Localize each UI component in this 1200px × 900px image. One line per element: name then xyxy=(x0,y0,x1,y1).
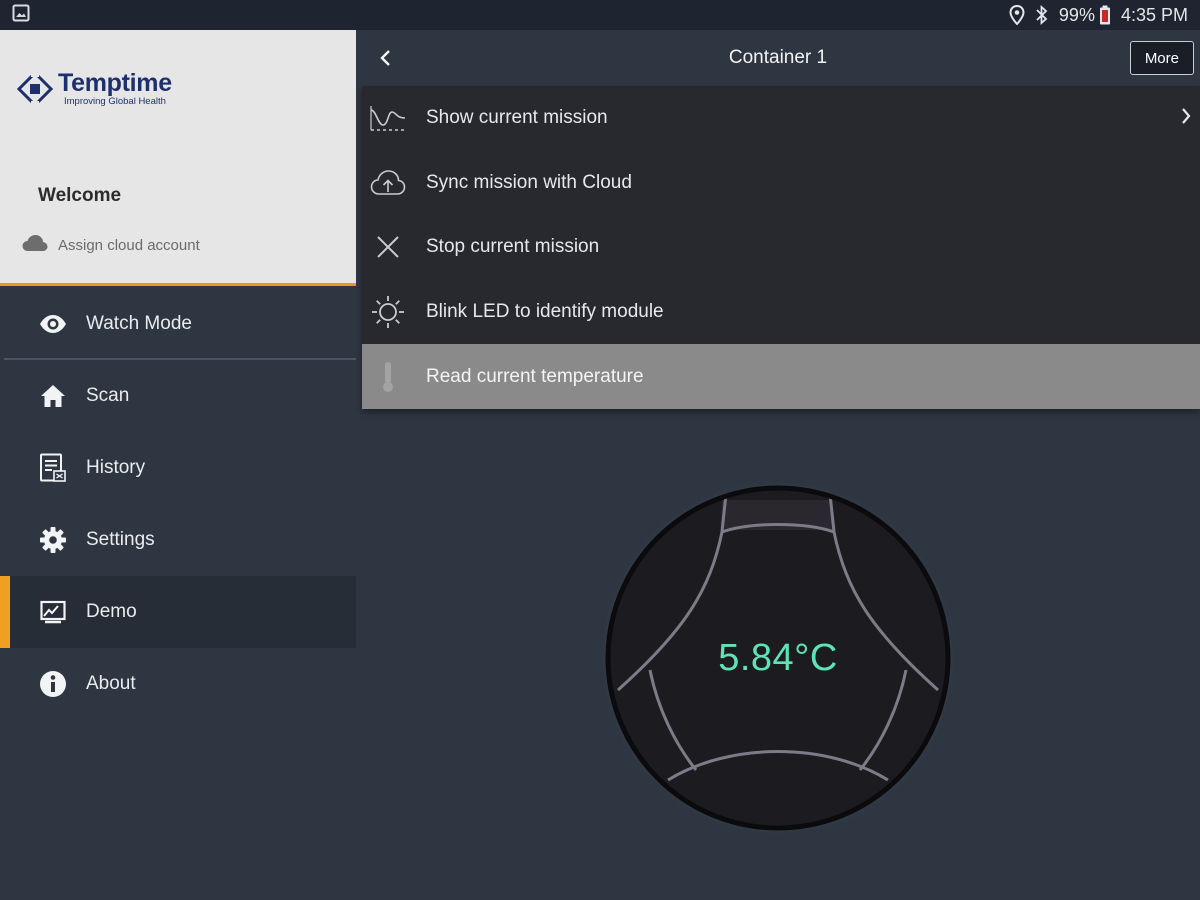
nav-item-label: History xyxy=(86,457,146,478)
nav-item-label: About xyxy=(86,673,136,694)
assign-cloud-account-link[interactable]: Assign cloud account xyxy=(22,234,200,257)
history-icon xyxy=(38,453,68,483)
app-bar: Container 1 More xyxy=(356,30,1200,86)
nav-item-settings[interactable]: Settings xyxy=(0,504,356,576)
nav-item-demo[interactable]: Demo xyxy=(0,576,356,648)
nav-item-label: Watch Mode xyxy=(86,313,192,334)
brand-name: Temptime xyxy=(58,69,172,97)
nav-item-label: Scan xyxy=(86,385,130,406)
home-icon xyxy=(38,381,68,411)
back-button[interactable] xyxy=(372,44,400,72)
cloud-icon xyxy=(22,234,48,257)
context-menu: Show current mission Sync mission with C… xyxy=(362,86,1200,409)
menu-item-sync-mission[interactable]: Sync mission with Cloud xyxy=(362,151,1200,216)
navigation-drawer: Temptime Improving Global Health Welcome… xyxy=(0,30,356,900)
temptime-logo-icon xyxy=(16,70,54,113)
temperature-gauge: 5.84°C xyxy=(600,480,956,836)
eye-icon xyxy=(38,309,68,339)
nav-item-label: Settings xyxy=(86,529,155,550)
drawer-header: Temptime Improving Global Health Welcome… xyxy=(0,30,356,286)
led-sun-icon xyxy=(370,294,406,330)
mission-chart-icon xyxy=(370,100,406,136)
close-icon xyxy=(370,229,406,265)
location-icon xyxy=(1009,5,1025,25)
menu-item-read-temperature[interactable]: Read current temperature xyxy=(362,344,1200,409)
menu-item-show-current-mission[interactable]: Show current mission xyxy=(362,86,1200,151)
menu-item-label: Stop current mission xyxy=(426,236,600,258)
chevron-right-icon xyxy=(1180,107,1192,130)
nav-list: Watch Mode Scan History Settings Demo Ab… xyxy=(0,288,356,720)
gear-icon xyxy=(38,525,68,555)
menu-item-label: Blink LED to identify module xyxy=(426,301,664,323)
nav-item-watch-mode[interactable]: Watch Mode xyxy=(0,288,356,360)
thermometer-icon xyxy=(370,359,406,395)
chevron-left-icon xyxy=(380,50,390,66)
nav-item-scan[interactable]: Scan xyxy=(0,360,356,432)
gallery-icon xyxy=(12,4,30,27)
more-button[interactable]: More xyxy=(1129,41,1194,75)
brand-tagline: Improving Global Health xyxy=(64,96,166,107)
demo-icon xyxy=(38,597,68,627)
battery-percent: 99% xyxy=(1058,4,1095,25)
main-content: Container 1 More Show current mission Sy… xyxy=(356,30,1200,900)
info-icon xyxy=(38,669,68,699)
nav-item-about[interactable]: About xyxy=(0,648,356,720)
menu-item-label: Sync mission with Cloud xyxy=(426,171,632,193)
clock: 4:35 PM xyxy=(1120,4,1188,25)
menu-item-label: Show current mission xyxy=(426,107,608,129)
menu-item-blink-led[interactable]: Blink LED to identify module xyxy=(362,280,1200,345)
status-bar: 99% 4:35 PM xyxy=(0,0,1200,30)
nav-item-history[interactable]: History xyxy=(0,432,356,504)
welcome-text: Welcome xyxy=(38,185,122,206)
page-title: Container 1 xyxy=(728,47,828,68)
assign-cloud-account-label: Assign cloud account xyxy=(58,237,200,254)
menu-item-stop-mission[interactable]: Stop current mission xyxy=(362,215,1200,280)
nav-item-label: Demo xyxy=(86,601,137,622)
menu-item-label: Read current temperature xyxy=(426,365,644,387)
temperature-reading: 5.84°C xyxy=(718,636,838,679)
battery-icon xyxy=(1099,5,1111,25)
brand-logo: Temptime Improving Global Health xyxy=(16,70,172,113)
cloud-upload-icon xyxy=(370,165,406,201)
bluetooth-icon xyxy=(1035,5,1049,25)
